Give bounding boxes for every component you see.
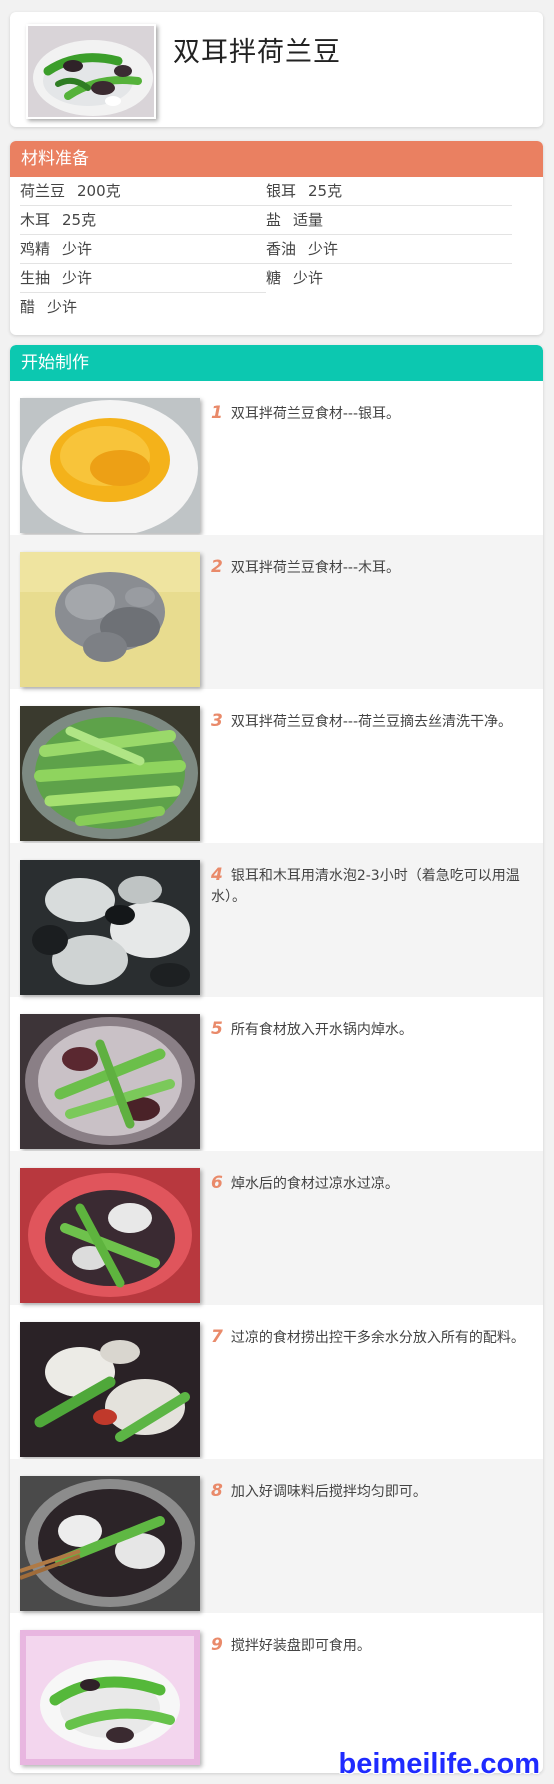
ingredient-name: 荷兰豆 xyxy=(20,182,66,200)
ingredient-name: 糖 xyxy=(266,269,282,287)
step-item: 8 加入好调味料后搅拌均匀即可。 xyxy=(10,1459,543,1613)
ingredients-list: 荷兰豆 200克 银耳 25克 木耳 25克 盐适量 鸡精 少许 香油 少许 生抽 少许 糖… xyxy=(10,177,543,322)
ingredient-quantity: 200克 xyxy=(77,182,121,200)
step-number: 8 xyxy=(211,1481,223,1501)
step-number: 4 xyxy=(211,865,223,885)
step-description: 7 过凉的食材捞出控干多余水分放入所有的配料。 xyxy=(211,1327,529,1349)
step-image[interactable] xyxy=(20,1322,200,1457)
ingredient-quantity: 适量 xyxy=(293,211,324,229)
ingredient-quantity: 25克 xyxy=(62,211,97,229)
step-description: 4 银耳和木耳用清水泡2-3小时（着急吃可以用温水）。 xyxy=(211,865,529,908)
ingredient-name: 香油 xyxy=(266,240,297,258)
step-image[interactable] xyxy=(20,552,200,687)
step-image[interactable] xyxy=(20,1476,200,1611)
step-item: 9 搅拌好装盘即可食用。 xyxy=(10,1613,543,1767)
ingredient-quantity: 少许 xyxy=(62,269,93,287)
step-description: 8 加入好调味料后搅拌均匀即可。 xyxy=(211,1481,529,1503)
ingredient-item: 香油 少许 xyxy=(266,235,512,264)
step-item: 3 双耳拌荷兰豆食材---荷兰豆摘去丝清洗干净。 xyxy=(10,689,543,843)
ingredient-item: 木耳 25克 xyxy=(20,206,266,235)
step-image[interactable] xyxy=(20,860,200,995)
ingredients-card: 材料准备 荷兰豆 200克 银耳 25克 木耳 25克 盐适量 鸡精 少许 香油 少许 生… xyxy=(10,141,543,335)
step-image[interactable] xyxy=(20,1014,200,1149)
step-text: 双耳拌荷兰豆食材---银耳。 xyxy=(230,406,400,422)
step-description: 1 双耳拌荷兰豆食材---银耳。 xyxy=(211,403,529,425)
step-item: 1 双耳拌荷兰豆食材---银耳。 xyxy=(10,381,543,535)
step-text: 搅拌好装盘即可食用。 xyxy=(230,1638,371,1654)
step-number: 1 xyxy=(211,403,223,423)
step-number: 6 xyxy=(211,1173,223,1193)
recipe-thumbnail-image[interactable] xyxy=(26,24,156,119)
step-number: 3 xyxy=(211,711,223,731)
site-watermark: beimeilife.com xyxy=(338,1748,540,1780)
step-text: 加入好调味料后搅拌均匀即可。 xyxy=(230,1484,427,1500)
step-description: 9 搅拌好装盘即可食用。 xyxy=(211,1635,529,1657)
step-text: 双耳拌荷兰豆食材---木耳。 xyxy=(230,560,400,576)
ingredient-quantity: 少许 xyxy=(47,298,78,316)
step-number: 7 xyxy=(211,1327,223,1347)
step-text: 焯水后的食材过凉水过凉。 xyxy=(230,1176,399,1192)
step-image[interactable] xyxy=(20,398,200,533)
step-description: 3 双耳拌荷兰豆食材---荷兰豆摘去丝清洗干净。 xyxy=(211,711,529,733)
step-number: 5 xyxy=(211,1019,223,1039)
ingredient-quantity: 少许 xyxy=(293,269,324,287)
ingredient-item: 荷兰豆 200克 xyxy=(20,177,266,206)
step-item: 2 双耳拌荷兰豆食材---木耳。 xyxy=(10,535,543,689)
step-image[interactable] xyxy=(20,706,200,841)
step-item: 5 所有食材放入开水锅内焯水。 xyxy=(10,997,543,1151)
ingredient-quantity: 少许 xyxy=(62,240,93,258)
step-description: 6 焯水后的食材过凉水过凉。 xyxy=(211,1173,529,1195)
step-item: 7 过凉的食材捞出控干多余水分放入所有的配料。 xyxy=(10,1305,543,1459)
ingredient-quantity: 25克 xyxy=(308,182,343,200)
ingredient-quantity: 少许 xyxy=(308,240,339,258)
step-item: 6 焯水后的食材过凉水过凉。 xyxy=(10,1151,543,1305)
ingredient-name: 鸡精 xyxy=(20,240,51,258)
recipe-header-card: 双耳拌荷兰豆 xyxy=(10,12,543,127)
ingredient-item: 糖少许 xyxy=(266,264,512,293)
step-text: 银耳和木耳用清水泡2-3小时（着急吃可以用温水）。 xyxy=(211,868,520,905)
step-image[interactable] xyxy=(20,1630,200,1765)
recipe-title: 双耳拌荷兰豆 xyxy=(173,37,341,68)
ingredient-name: 木耳 xyxy=(20,211,51,229)
step-image[interactable] xyxy=(20,1168,200,1303)
ingredient-item: 盐适量 xyxy=(266,206,512,235)
step-item: 4 银耳和木耳用清水泡2-3小时（着急吃可以用温水）。 xyxy=(10,843,543,997)
ingredient-name: 醋 xyxy=(20,298,36,316)
ingredient-item: 生抽 少许 xyxy=(20,264,266,293)
ingredient-name: 银耳 xyxy=(266,182,297,200)
steps-heading: 开始制作 xyxy=(10,345,543,381)
step-text: 所有食材放入开水锅内焯水。 xyxy=(230,1022,413,1038)
ingredient-name: 盐 xyxy=(266,211,282,229)
ingredient-item: 银耳 25克 xyxy=(266,177,512,206)
ingredient-item: 醋少许 xyxy=(20,293,266,322)
step-description: 5 所有食材放入开水锅内焯水。 xyxy=(211,1019,529,1041)
step-number: 9 xyxy=(211,1635,223,1655)
step-text: 双耳拌荷兰豆食材---荷兰豆摘去丝清洗干净。 xyxy=(230,714,512,730)
steps-card: 开始制作 1 双耳拌荷兰豆食材---银耳。 2 双耳拌荷兰豆食材---木耳。 3… xyxy=(10,345,543,1773)
ingredients-heading: 材料准备 xyxy=(10,141,543,177)
step-number: 2 xyxy=(211,557,223,577)
ingredient-item: 鸡精 少许 xyxy=(20,235,266,264)
step-text: 过凉的食材捞出控干多余水分放入所有的配料。 xyxy=(230,1330,525,1346)
step-description: 2 双耳拌荷兰豆食材---木耳。 xyxy=(211,557,529,579)
ingredient-name: 生抽 xyxy=(20,269,51,287)
